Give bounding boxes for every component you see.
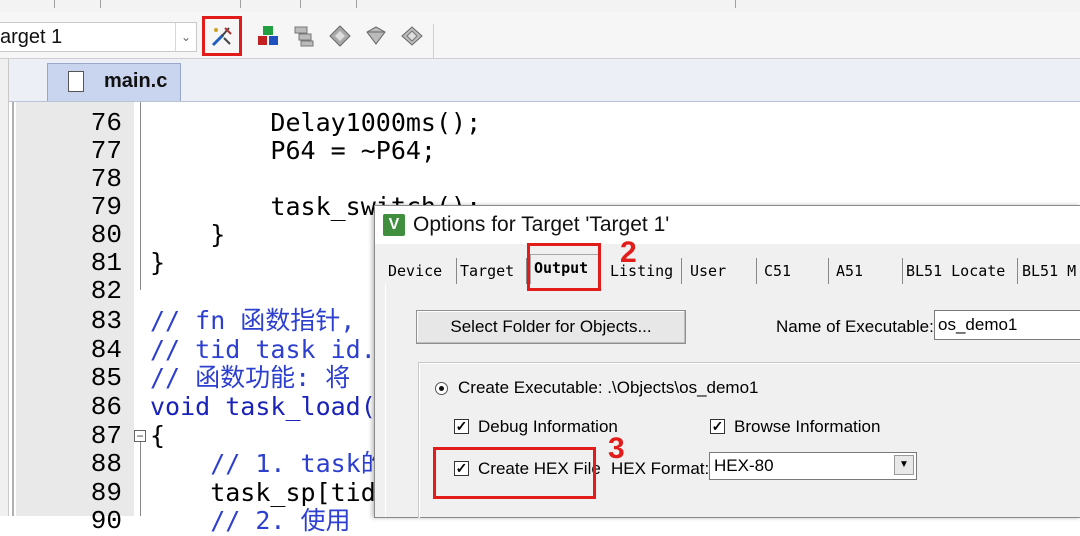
line-code: // 1. task的 [150,449,386,478]
tab-main-c[interactable]: main.c [47,63,181,101]
dialog-title-bar[interactable]: V Options for Target 'Target 1' [375,206,1080,244]
dialog-title: Options for Target 'Target 1' [413,213,670,236]
project-pane-edge [0,59,9,516]
annotation-number-2: 2 [620,236,637,269]
strip-divider [735,0,736,8]
line-number: 76 [90,108,122,138]
output-tab-panel: Select Folder for Objects... Name of Exe… [385,284,1080,518]
hex-format-label: HEX Format: [611,459,710,478]
hex-format-select[interactable]: HEX-80 ▼ [709,452,917,480]
line-code: void task_load( [150,392,376,421]
code-line: 77 P64 = ~P64; [14,136,1080,166]
options-for-target-button[interactable] [202,16,242,56]
line-code: Delay1000ms(); [150,108,482,137]
line-number: 89 [90,478,122,508]
toolbar-separator [433,24,434,58]
line-code: // 函数功能: 将 [150,363,351,392]
strip-divider [356,0,357,8]
line-number: 90 [90,506,122,536]
code-line: 76 Delay1000ms(); [14,108,1080,138]
debug-information-label: Debug Information [478,417,618,436]
line-code: } [150,248,166,277]
target-select[interactable]: arget 1 ⌄ [0,22,197,52]
annotation-number-3: 3 [608,432,625,465]
create-executable-radio[interactable] [435,382,448,395]
line-number: 85 [90,363,122,393]
line-code: // 2. 使用 [150,506,351,535]
manage-run-time-environment-icon [329,25,351,47]
tab-listing[interactable]: Listing [607,258,682,284]
tab-c51[interactable]: C51 [761,258,829,284]
line-number: 82 [90,276,122,306]
tab-bl51-locate[interactable]: BL51 Locate [903,258,1018,284]
line-number: 80 [90,220,122,250]
browse-information-label: Browse Information [734,417,881,436]
tab-bl51-misc[interactable]: BL51 M [1019,258,1080,284]
create-hex-file-checkbox[interactable]: ✓ [454,461,469,476]
file-icon [68,71,84,92]
line-number: 79 [90,192,122,222]
line-code: task_sp[tid [150,478,376,507]
options-for-target-dialog: V Options for Target 'Target 1' Device T… [374,205,1080,518]
create-executable-label: Create Executable: .\Objects\os_demo1 [458,378,759,397]
device-database-icon [366,26,386,45]
build-toolbar: arget 1 ⌄ [0,12,1080,59]
name-of-executable-input[interactable]: os_demo1 [934,310,1080,340]
chevron-down-icon[interactable]: ▼ [894,455,914,475]
line-number: 77 [90,136,122,166]
select-packs-icon [294,26,314,47]
browse-information-checkbox[interactable]: ✓ [710,419,725,434]
chevron-down-icon[interactable]: ⌄ [175,23,196,51]
tab-target[interactable]: Target [457,258,527,284]
create-hex-file-label: Create HEX File [478,459,601,478]
batch-build-icon [401,26,423,46]
code-line: 78 [14,165,1080,193]
debug-information-checkbox[interactable]: ✓ [454,419,469,434]
line-number: 78 [90,164,122,194]
strip-divider [300,0,301,8]
tab-label: main.c [104,70,168,92]
strip-divider [240,0,241,8]
line-number: 88 [90,449,122,479]
line-number: 87 [90,421,122,451]
tab-device[interactable]: Device [385,258,457,284]
strip-divider [100,0,101,8]
manage-project-items-icon [258,26,278,45]
batch-build-button[interactable] [396,20,428,52]
editor-tab-bar: main.c [9,59,1080,102]
line-code: // fn 函数指针, [150,306,356,335]
line-number: 83 [90,306,122,336]
keil-app-icon: V [383,214,405,236]
hex-format-value: HEX-80 [714,456,774,475]
manage-run-time-environment-button[interactable] [324,20,356,52]
dialog-tab-strip: Device Target Output Listing User C51 A5… [385,254,1080,285]
line-number: 81 [90,248,122,278]
name-of-executable-label: Name of Executable: [776,317,934,336]
tab-user[interactable]: User [687,258,757,284]
line-code: P64 = ~P64; [150,136,436,165]
manage-project-items-button[interactable] [252,20,284,52]
select-folder-for-objects-button[interactable]: Select Folder for Objects... [416,310,686,344]
line-number: 84 [90,335,122,365]
options-for-target-icon [211,27,232,47]
tab-a51[interactable]: A51 [833,258,903,284]
line-code: } [150,220,226,249]
line-number: 86 [90,392,122,422]
line-code: // tid task id. [150,335,376,364]
tab-output[interactable]: Output [530,254,600,285]
strip-divider [54,0,55,8]
line-code: { [150,421,166,450]
device-database-button[interactable] [360,20,392,52]
select-packs-button[interactable] [288,20,320,52]
target-select-value: arget 1 [0,26,63,48]
